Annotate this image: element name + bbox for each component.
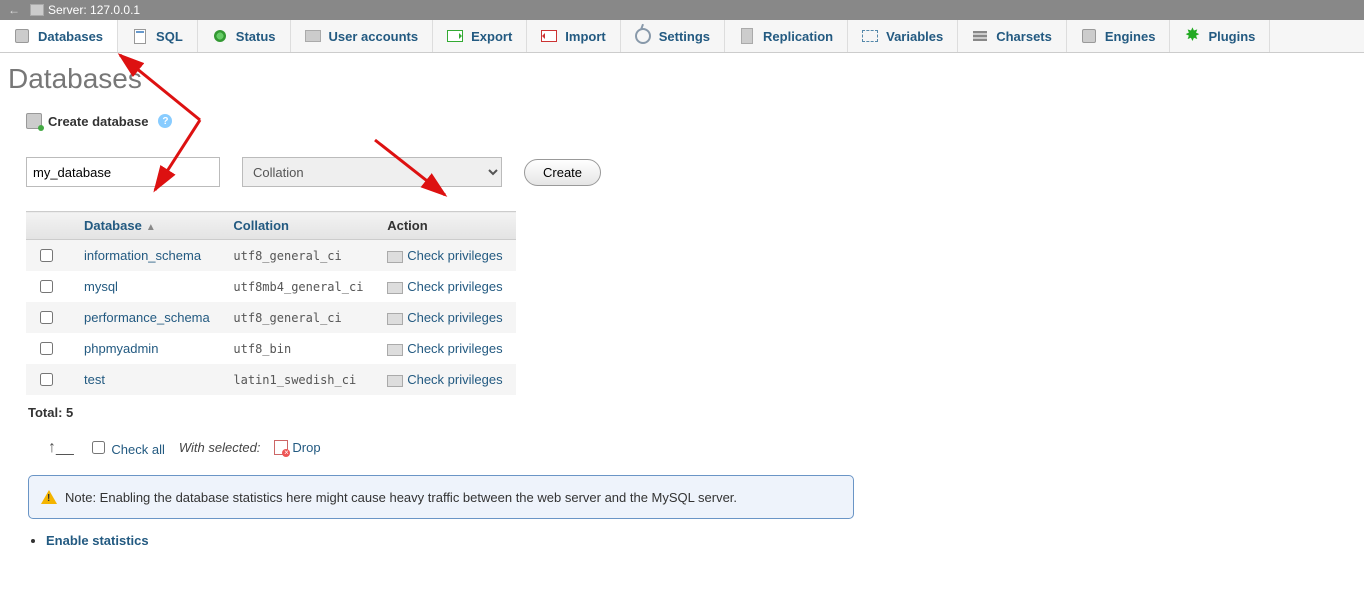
databases-table: Database▲ Collation Action information_s… xyxy=(26,211,516,395)
charsets-icon xyxy=(973,31,987,41)
server-icon xyxy=(30,4,44,16)
settings-icon xyxy=(635,28,651,44)
page-title: Databases xyxy=(8,63,1356,95)
row-collation: utf8_general_ci xyxy=(223,240,377,272)
tab-plugins[interactable]: ✸Plugins xyxy=(1170,20,1270,52)
row-collation: latin1_swedish_ci xyxy=(223,364,377,395)
tab-charsets[interactable]: Charsets xyxy=(958,20,1067,52)
database-icon xyxy=(15,29,29,43)
enable-statistics-link[interactable]: Enable statistics xyxy=(46,533,149,548)
tab-sql[interactable]: SQL xyxy=(118,20,198,52)
back-arrow-icon[interactable]: ← xyxy=(8,3,20,17)
variables-icon xyxy=(862,30,878,42)
row-collation: utf8_general_ci xyxy=(223,302,377,333)
total-count: Total: 5 xyxy=(28,405,1356,420)
database-name-input[interactable] xyxy=(26,157,220,187)
tab-status[interactable]: Status xyxy=(198,20,291,52)
table-row: mysql utf8mb4_general_ci Check privileges xyxy=(26,271,516,302)
export-icon xyxy=(447,30,463,42)
import-icon xyxy=(541,30,557,42)
status-icon xyxy=(214,30,226,42)
warning-icon xyxy=(41,482,57,504)
check-privileges-link[interactable]: Check privileges xyxy=(407,310,502,325)
user-icon xyxy=(305,30,321,42)
top-tabs: Databases SQL Status User accounts Expor… xyxy=(0,20,1364,53)
privileges-icon xyxy=(387,344,403,356)
check-all-control[interactable]: Check all xyxy=(88,438,165,457)
check-privileges-link[interactable]: Check privileges xyxy=(407,341,502,356)
plugins-icon: ✸ xyxy=(1186,29,1199,43)
notice-text: Note: Enabling the database statistics h… xyxy=(65,490,737,505)
table-row: test latin1_swedish_ci Check privileges xyxy=(26,364,516,395)
replication-icon xyxy=(741,28,753,44)
tab-export[interactable]: Export xyxy=(433,20,527,52)
server-breadcrumb: ← Server: 127.0.0.1 xyxy=(0,0,1364,20)
server-host: 127.0.0.1 xyxy=(90,3,140,17)
row-checkbox[interactable] xyxy=(40,249,53,262)
engines-icon xyxy=(1082,29,1096,43)
row-collation: utf8_bin xyxy=(223,333,377,364)
drop-action[interactable]: Drop xyxy=(274,440,320,455)
new-database-icon xyxy=(26,113,42,129)
with-selected-label: With selected: xyxy=(179,440,261,455)
database-link[interactable]: mysql xyxy=(84,279,118,294)
collation-select[interactable]: Collation xyxy=(242,157,502,187)
check-privileges-link[interactable]: Check privileges xyxy=(407,372,502,387)
tab-engines[interactable]: Engines xyxy=(1067,20,1171,52)
create-database-label: Create database xyxy=(48,114,148,129)
database-link[interactable]: information_schema xyxy=(84,248,201,263)
tab-databases[interactable]: Databases xyxy=(0,20,118,52)
row-checkbox[interactable] xyxy=(40,280,53,293)
tab-user-accounts[interactable]: User accounts xyxy=(291,20,434,52)
database-link[interactable]: phpmyadmin xyxy=(84,341,158,356)
create-button[interactable]: Create xyxy=(524,159,601,186)
col-action: Action xyxy=(377,212,516,240)
privileges-icon xyxy=(387,251,403,263)
row-checkbox[interactable] xyxy=(40,342,53,355)
check-all-row: ↑__ Check all With selected: Drop xyxy=(48,438,1356,457)
table-row: phpmyadmin utf8_bin Check privileges xyxy=(26,333,516,364)
tab-settings[interactable]: Settings xyxy=(621,20,725,52)
help-icon[interactable]: ? xyxy=(158,114,172,128)
privileges-icon xyxy=(387,282,403,294)
tab-variables[interactable]: Variables xyxy=(848,20,958,52)
sql-icon xyxy=(134,29,146,44)
privileges-icon xyxy=(387,375,403,387)
privileges-icon xyxy=(387,313,403,325)
tab-replication[interactable]: Replication xyxy=(725,20,848,52)
drop-icon xyxy=(274,440,288,455)
up-arrow-icon: ↑__ xyxy=(48,439,74,457)
server-label: Server: xyxy=(48,3,87,17)
sort-asc-icon: ▲ xyxy=(146,222,156,233)
col-database[interactable]: Database▲ xyxy=(74,212,223,240)
database-link[interactable]: performance_schema xyxy=(84,310,210,325)
row-checkbox[interactable] xyxy=(40,373,53,386)
statistics-notice: Note: Enabling the database statistics h… xyxy=(28,475,854,519)
row-collation: utf8mb4_general_ci xyxy=(223,271,377,302)
check-privileges-link[interactable]: Check privileges xyxy=(407,248,502,263)
check-all-link[interactable]: Check all xyxy=(111,442,164,457)
create-database-form: Collation Create xyxy=(26,157,1356,187)
row-checkbox[interactable] xyxy=(40,311,53,324)
table-row: information_schema utf8_general_ci Check p… xyxy=(26,240,516,272)
database-link[interactable]: test xyxy=(84,372,105,387)
check-privileges-link[interactable]: Check privileges xyxy=(407,279,502,294)
create-database-heading: Create database ? xyxy=(26,113,1356,129)
col-collation[interactable]: Collation xyxy=(223,212,377,240)
tab-import[interactable]: Import xyxy=(527,20,620,52)
table-row: performance_schema utf8_general_ci Check p… xyxy=(26,302,516,333)
check-all-checkbox[interactable] xyxy=(92,441,105,454)
